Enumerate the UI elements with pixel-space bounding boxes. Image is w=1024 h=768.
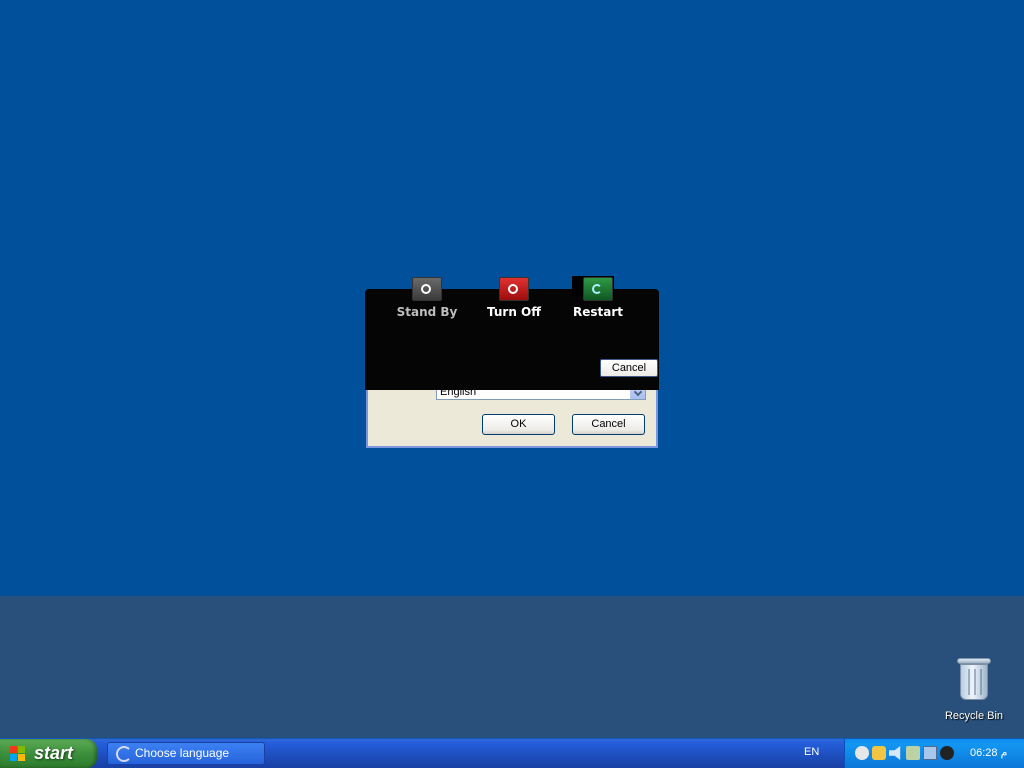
start-button[interactable]: start	[0, 739, 97, 768]
desktop-background-lower	[0, 596, 1024, 738]
restart-icon	[583, 277, 613, 301]
recycle-bin-icon	[957, 656, 991, 702]
security-icon[interactable]	[906, 746, 920, 760]
system-tray: 06:28 م	[844, 739, 1024, 768]
network-icon[interactable]	[923, 746, 937, 760]
language-indicator[interactable]: EN	[804, 746, 819, 758]
power-icon	[499, 277, 529, 301]
ok-button[interactable]: OK	[482, 414, 555, 435]
stand-by-label: Stand By	[396, 305, 458, 319]
clock[interactable]: 06:28 م	[970, 746, 1007, 759]
cancel-button[interactable]: Cancel	[572, 414, 645, 435]
shutdown-dialog: Stand By Turn Off Restart Cancel	[365, 276, 659, 390]
update-icon[interactable]	[940, 746, 954, 760]
turn-off-label: Turn Off	[487, 305, 541, 319]
taskbar-item-label: Choose language	[135, 746, 230, 760]
recycle-bin-shortcut[interactable]: Recycle Bin	[940, 656, 1008, 726]
keys-icon[interactable]	[872, 746, 886, 760]
stand-by-option[interactable]: Stand By	[387, 277, 467, 319]
recycle-bin-label: Recycle Bin	[944, 710, 1004, 722]
shutdown-cancel-button[interactable]: Cancel	[600, 359, 658, 377]
standby-icon	[412, 277, 442, 301]
turn-off-option[interactable]: Turn Off	[474, 277, 554, 319]
restart-option[interactable]: Restart	[558, 277, 638, 319]
volume-icon[interactable]	[889, 746, 901, 760]
taskbar: start Choose language EN 06:28 م	[0, 738, 1024, 768]
debian-swirl-icon	[116, 746, 132, 762]
taskbar-item-choose-language[interactable]: Choose language	[107, 742, 265, 765]
desktop: Recycle Bin English OK Cancel Stand By T…	[0, 0, 1024, 738]
start-label: start	[34, 743, 74, 763]
restart-label: Restart	[572, 305, 623, 319]
windows-logo-icon	[10, 746, 26, 762]
messenger-icon[interactable]	[855, 746, 869, 760]
